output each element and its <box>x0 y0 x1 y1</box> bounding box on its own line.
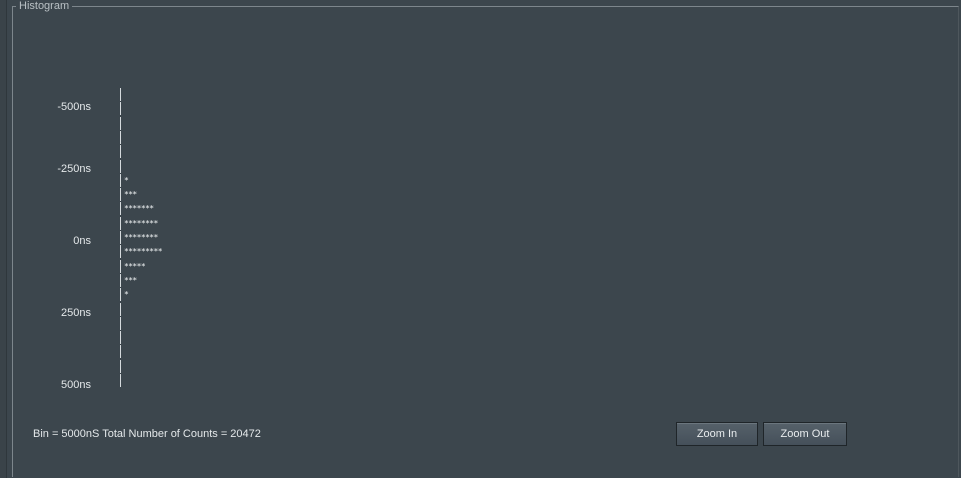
y-axis-label: 0ns <box>73 235 91 247</box>
histogram-window: Histogram -500ns -250ns 0ns 250ns 500ns … <box>0 0 961 478</box>
axis-tick <box>120 116 121 130</box>
histogram-row: ******** <box>120 231 158 245</box>
histogram-row: ******** <box>120 216 158 231</box>
y-axis-label: 500ns <box>61 379 91 391</box>
histogram-row <box>120 374 124 388</box>
axis-tick <box>120 145 121 159</box>
axis-tick <box>120 316 121 330</box>
axis-tick <box>120 359 121 373</box>
histogram-row: * <box>120 288 129 302</box>
axis-tick <box>120 88 121 101</box>
axis-tick <box>120 302 121 316</box>
histogram-row <box>120 102 124 116</box>
histogram-row <box>120 316 124 331</box>
y-axis-label: -250ns <box>57 163 91 175</box>
panel-title: Histogram <box>16 0 73 12</box>
histogram-bar: ******** <box>124 218 158 228</box>
histogram-row: ***** <box>120 259 146 274</box>
histogram-row <box>120 116 124 131</box>
axis-tick <box>120 159 121 173</box>
histogram-row <box>120 302 124 317</box>
axis-tick <box>120 273 121 287</box>
histogram-bar: *** <box>124 275 137 285</box>
histogram-row: ********* <box>120 245 163 259</box>
histogram-row: *** <box>120 273 137 288</box>
axis-tick <box>120 374 121 387</box>
y-axis-label: -500ns <box>57 101 91 113</box>
axis-tick <box>120 331 121 345</box>
histogram-bar: ***** <box>124 261 146 271</box>
histogram-bar: *** <box>124 190 137 200</box>
histogram-row: ******* <box>120 202 154 216</box>
histogram-row <box>120 130 124 145</box>
histogram-row <box>120 159 124 174</box>
histogram-bar: ******** <box>124 233 158 242</box>
zoom-out-button[interactable]: Zoom Out <box>763 422 847 446</box>
axis-tick <box>120 202 121 216</box>
axis-tick <box>120 231 121 244</box>
axis-tick <box>120 259 121 273</box>
histogram-bar: * <box>124 290 129 300</box>
histogram-row <box>120 331 124 345</box>
axis-tick <box>120 345 121 359</box>
zoom-in-button[interactable]: Zoom In <box>676 422 758 446</box>
histogram-row: * <box>120 173 129 188</box>
histogram-bar: ******* <box>124 204 154 214</box>
histogram-row <box>120 88 124 102</box>
histogram-bar: ********* <box>124 247 163 257</box>
histogram-row <box>120 145 124 159</box>
histogram-bar: * <box>124 175 129 185</box>
axis-tick <box>120 288 121 302</box>
axis-tick <box>120 188 121 202</box>
bin-info-text: Bin = 5000nS Total Number of Counts = 20… <box>33 428 261 440</box>
histogram-row <box>120 345 124 359</box>
histogram-row: *** <box>120 188 137 202</box>
y-axis-label: 250ns <box>61 307 91 319</box>
axis-tick <box>120 173 121 187</box>
axis-tick <box>120 102 121 116</box>
axis-tick <box>120 245 121 259</box>
axis-tick <box>120 216 121 230</box>
histogram-row <box>120 359 124 374</box>
axis-tick <box>120 130 121 144</box>
